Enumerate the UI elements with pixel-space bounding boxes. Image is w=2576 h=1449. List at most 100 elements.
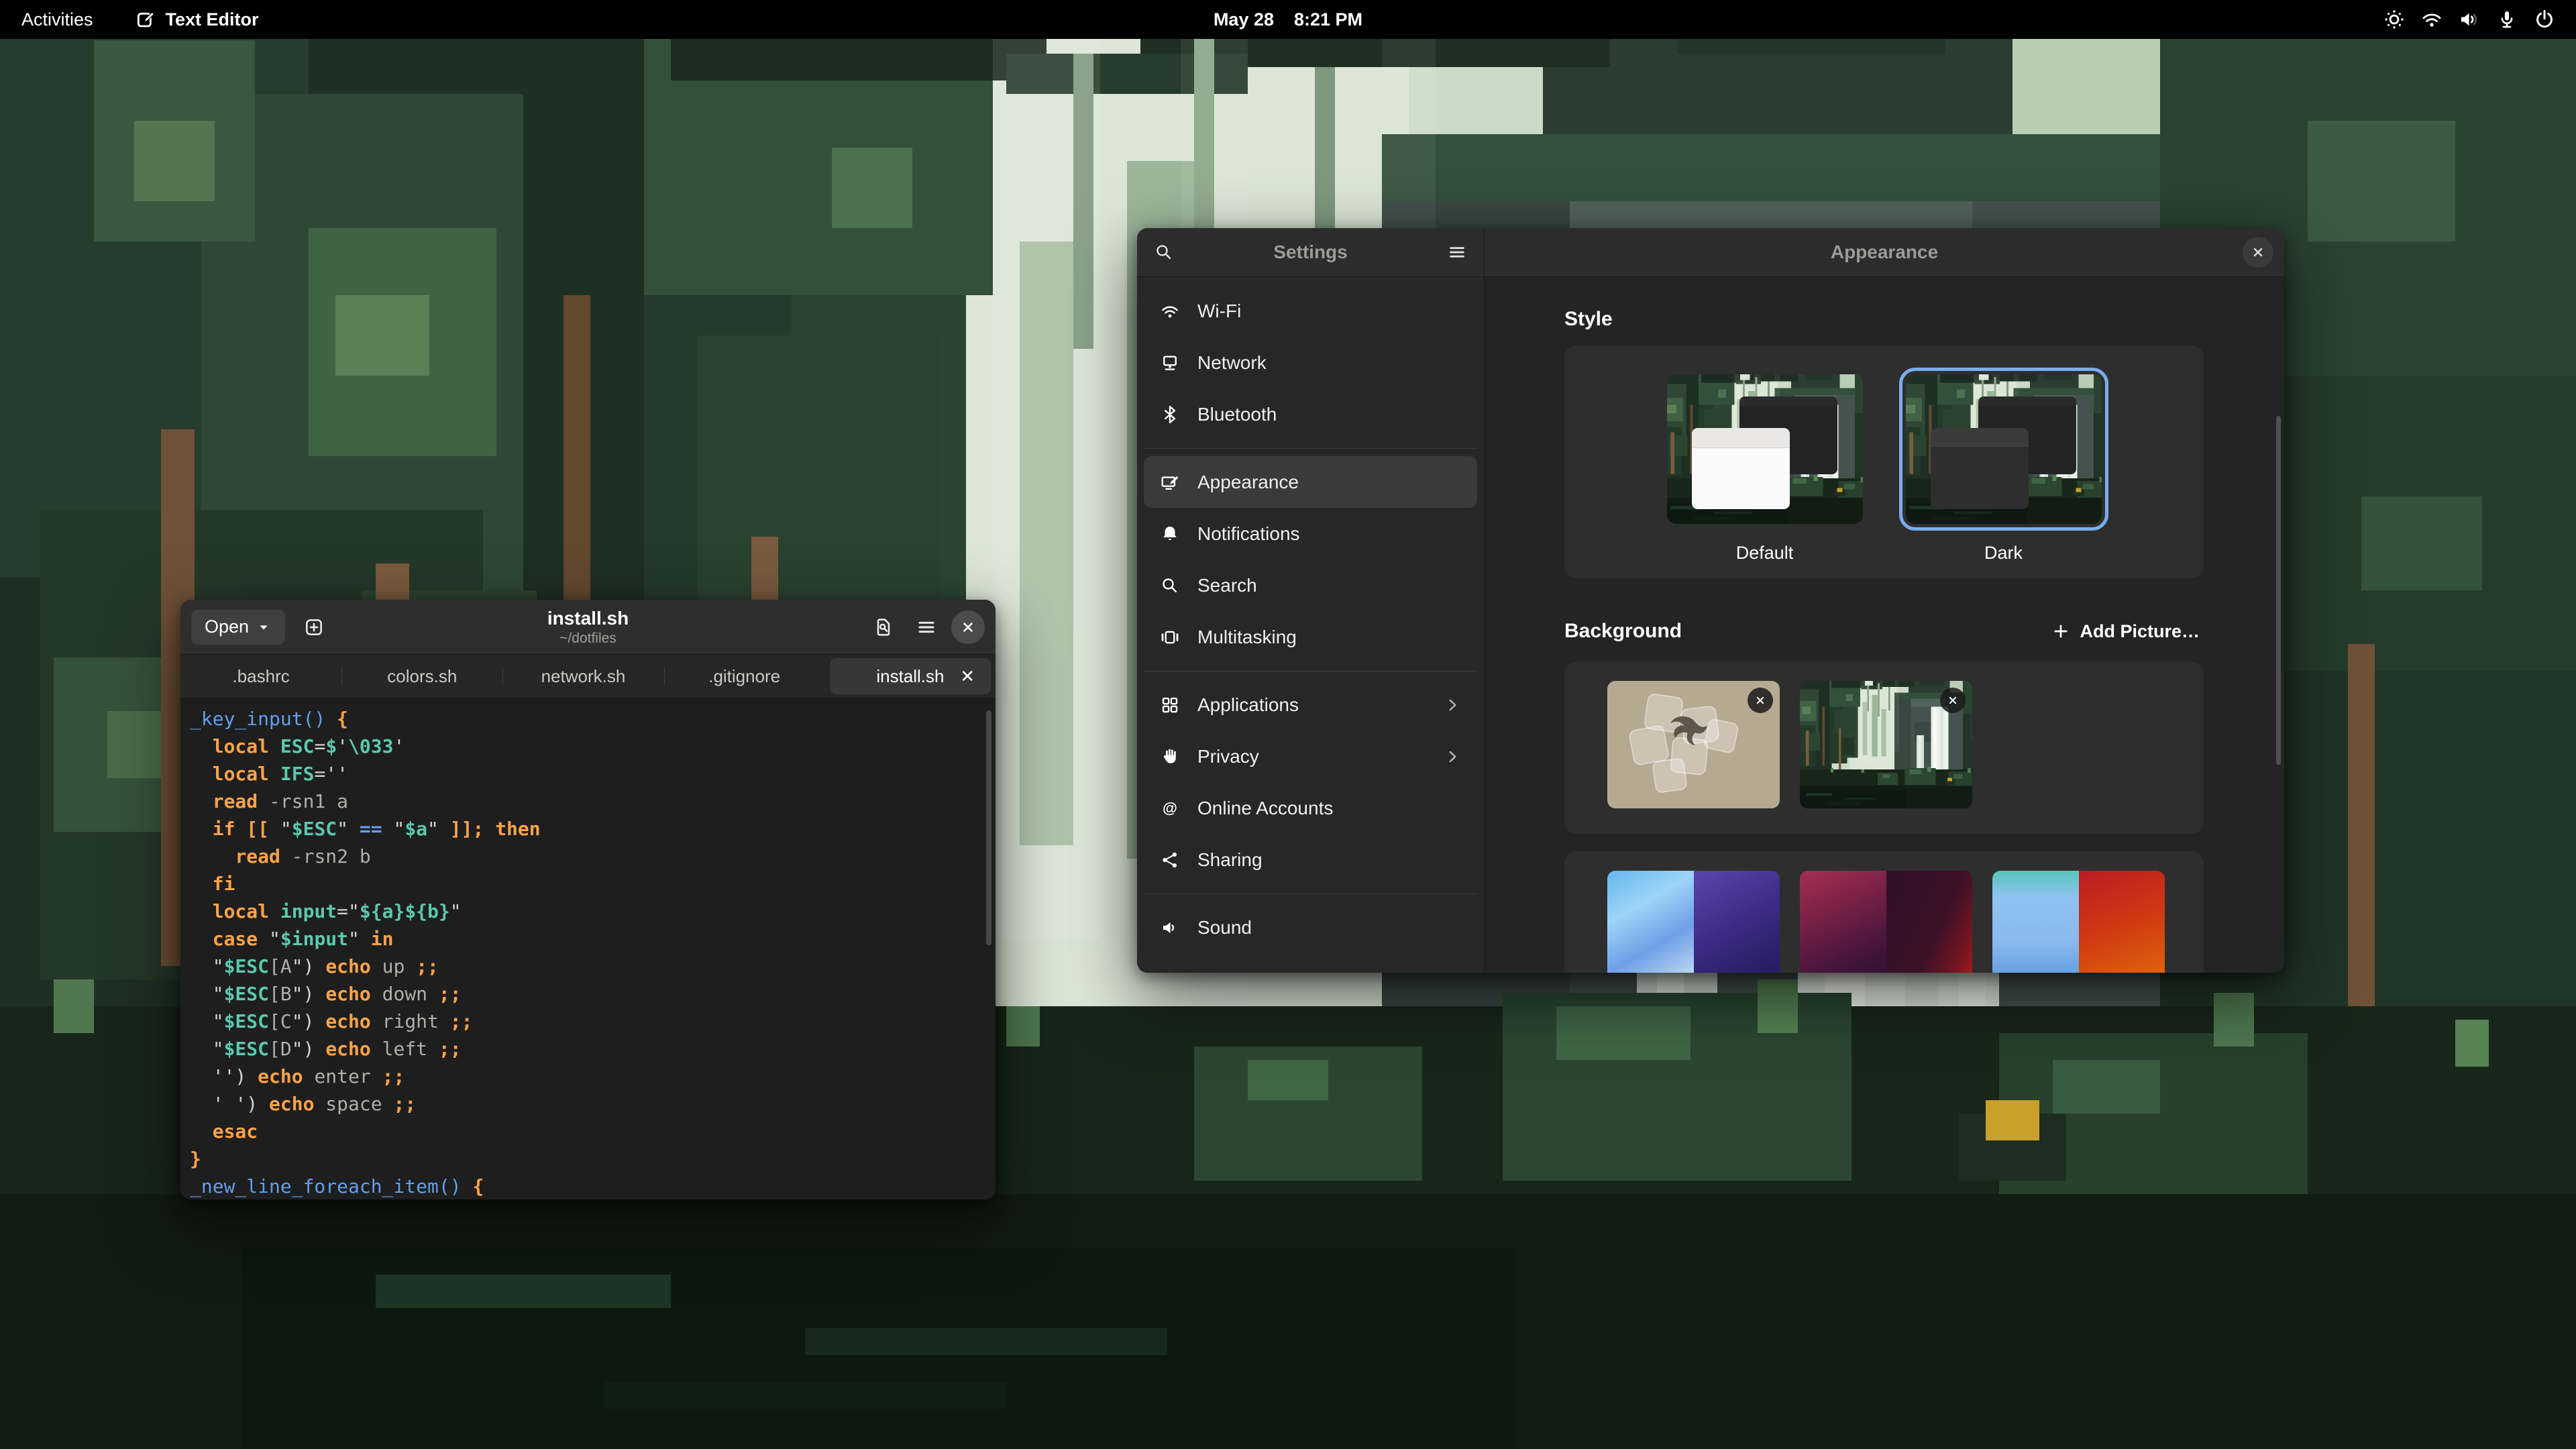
wallpaper-variants [1607,871,1780,973]
panel-headerbar: Appearance [1485,228,2284,277]
settings-menu-button[interactable] [1440,235,1474,270]
style-label-dark: Dark [1906,543,2102,564]
at-icon: @ [1160,798,1180,818]
hamburger-icon [916,616,937,638]
sidebar-item-privacy[interactable]: Privacy [1144,731,1477,782]
wallpaper-thumb-drips-blue-orange[interactable] [1992,871,2165,973]
night-light-icon [2383,8,2406,31]
code-line: esac [190,1118,996,1145]
sidebar-item-sound[interactable]: Sound [1144,902,1477,953]
sidebar-item-power[interactable]: Power [1144,953,1477,973]
sidebar-item-label: Privacy [1197,746,1259,767]
sidebar-item-bluetooth[interactable]: Bluetooth [1144,388,1477,440]
sidebar-item-label: Applications [1197,694,1299,716]
wallpaper-thumb-geometric-blue-purple[interactable] [1607,871,1780,973]
hand-icon [1160,747,1180,767]
editor-close-button[interactable] [951,610,985,644]
preview-front-window [1931,428,2029,508]
new-tab-icon [303,616,325,638]
tab-colors-sh[interactable]: colors.sh [341,655,502,698]
wallpaper-thumb-waves-maroon-red[interactable] [1800,871,1972,973]
sidebar-item-sharing[interactable]: Sharing [1144,834,1477,885]
code-line: '') echo enter ;; [190,1063,996,1090]
grid-icon [1160,695,1180,715]
system-status-area[interactable] [2379,7,2560,32]
remove-wallpaper-button[interactable] [1748,688,1773,713]
settings-window: Settings Wi-FiNetwork Bluetooth Appearance… [1137,228,2284,973]
preview-front-window [1692,428,1790,508]
editor-headerbar: Open install.sh ~/dotfiles [180,600,996,655]
tab-gitignore[interactable]: .gitignore [664,655,825,698]
tab-label: .bashrc [232,666,289,687]
sidebar-item-appearance[interactable]: Appearance [1144,456,1477,508]
code-line: } [190,1145,996,1173]
tab-bashrc[interactable]: .bashrc [180,655,341,698]
speaker-icon [1160,918,1180,938]
wallpaper-thumb-abstract-beige-shapes[interactable] [1607,681,1780,808]
appearance-icon [1160,472,1180,492]
text-editor-app-icon [135,9,156,30]
style-option-dark[interactable]: Dark [1906,374,2102,578]
wallpaper-thumb-pixel-forest-waterfall[interactable] [1800,681,1972,808]
sidebar-item-label: Bluetooth [1197,404,1277,425]
top-bar-left: Activities Text Editor [0,8,263,31]
editor-scrollbar[interactable] [986,710,991,945]
style-option-default[interactable]: Default [1667,374,1863,578]
sidebar-item-label: Sound [1197,917,1252,938]
add-picture-button[interactable]: Add Picture… [2047,621,2204,643]
sidebar-item-search[interactable]: Search [1144,559,1477,611]
appearance-panel: Appearance Style Default [1484,228,2284,973]
sidebar-item-notifications[interactable]: Notifications [1144,508,1477,559]
clock-button[interactable]: May 28 8:21 PM [1210,9,1366,31]
bell-icon [1160,524,1180,544]
style-heading: Style [1564,308,2204,331]
settings-search-button[interactable] [1146,235,1181,270]
tab-close-icon[interactable]: ✕ [960,666,975,687]
document-path: ~/dotfiles [547,631,629,647]
remove-wallpaper-button[interactable] [1940,688,1966,713]
open-button-label: Open [205,616,249,637]
tab-network-sh[interactable]: network.sh [502,655,663,698]
new-tab-button[interactable] [296,609,332,645]
sidebar-item-network[interactable]: Network [1144,337,1477,388]
code-line: "$ESC[A") echo up ;; [190,953,996,980]
sidebar-item-multitasking[interactable]: Multitasking [1144,611,1477,663]
tab-install-sh[interactable]: install.sh✕ [830,658,991,694]
close-icon [959,619,977,636]
style-preview-default [1667,374,1863,524]
code-line: "$ESC[C") echo right ;; [190,1008,996,1035]
hamburger-icon [1447,242,1467,262]
settings-sidebar: Settings Wi-FiNetwork Bluetooth Appearance… [1137,228,1484,973]
sidebar-separator [1144,440,1477,456]
sidebar-item-wi-fi[interactable]: Wi-Fi [1144,285,1477,337]
sidebar-item-online-accounts[interactable]: @Online Accounts [1144,782,1477,834]
activities-button[interactable]: Activities [17,9,97,31]
panel-content: Style Default [1485,277,2284,973]
multitasking-icon [1160,627,1180,647]
code-line: _new_line_foreach_item() { [190,1173,996,1199]
open-document-button[interactable]: Open [191,610,285,645]
code-line: ' ') echo space ;; [190,1090,996,1118]
sidebar-item-label: Notifications [1197,523,1300,545]
wallpaper-variants [1800,871,1972,973]
close-icon [1754,694,1767,707]
code-editor-area[interactable]: _key_input() { local ESC=$'\033' local I… [180,698,996,1199]
user-wallpapers-card [1564,661,2204,834]
document-properties-button[interactable] [865,609,902,645]
close-icon [2250,244,2266,260]
editor-menu-button[interactable] [908,609,945,645]
battery-icon [1160,969,1180,973]
focused-app-menu[interactable]: Text Editor [131,8,263,31]
chevron-down-icon [256,619,272,635]
code-line: fi [190,870,996,898]
style-preview-dark [1906,374,2102,524]
sidebar-separator [1144,663,1477,679]
svg-text:@: @ [1163,799,1177,816]
sidebar-item-applications[interactable]: Applications [1144,679,1477,731]
sidebar-headerbar: Settings [1137,228,1484,277]
panel-title: Appearance [1831,241,1938,263]
code-line: "$ESC[D") echo left ;; [190,1035,996,1063]
settings-close-button[interactable] [2243,237,2273,268]
bluetooth-icon [1160,405,1180,425]
panel-scrollbar[interactable] [2276,416,2281,765]
